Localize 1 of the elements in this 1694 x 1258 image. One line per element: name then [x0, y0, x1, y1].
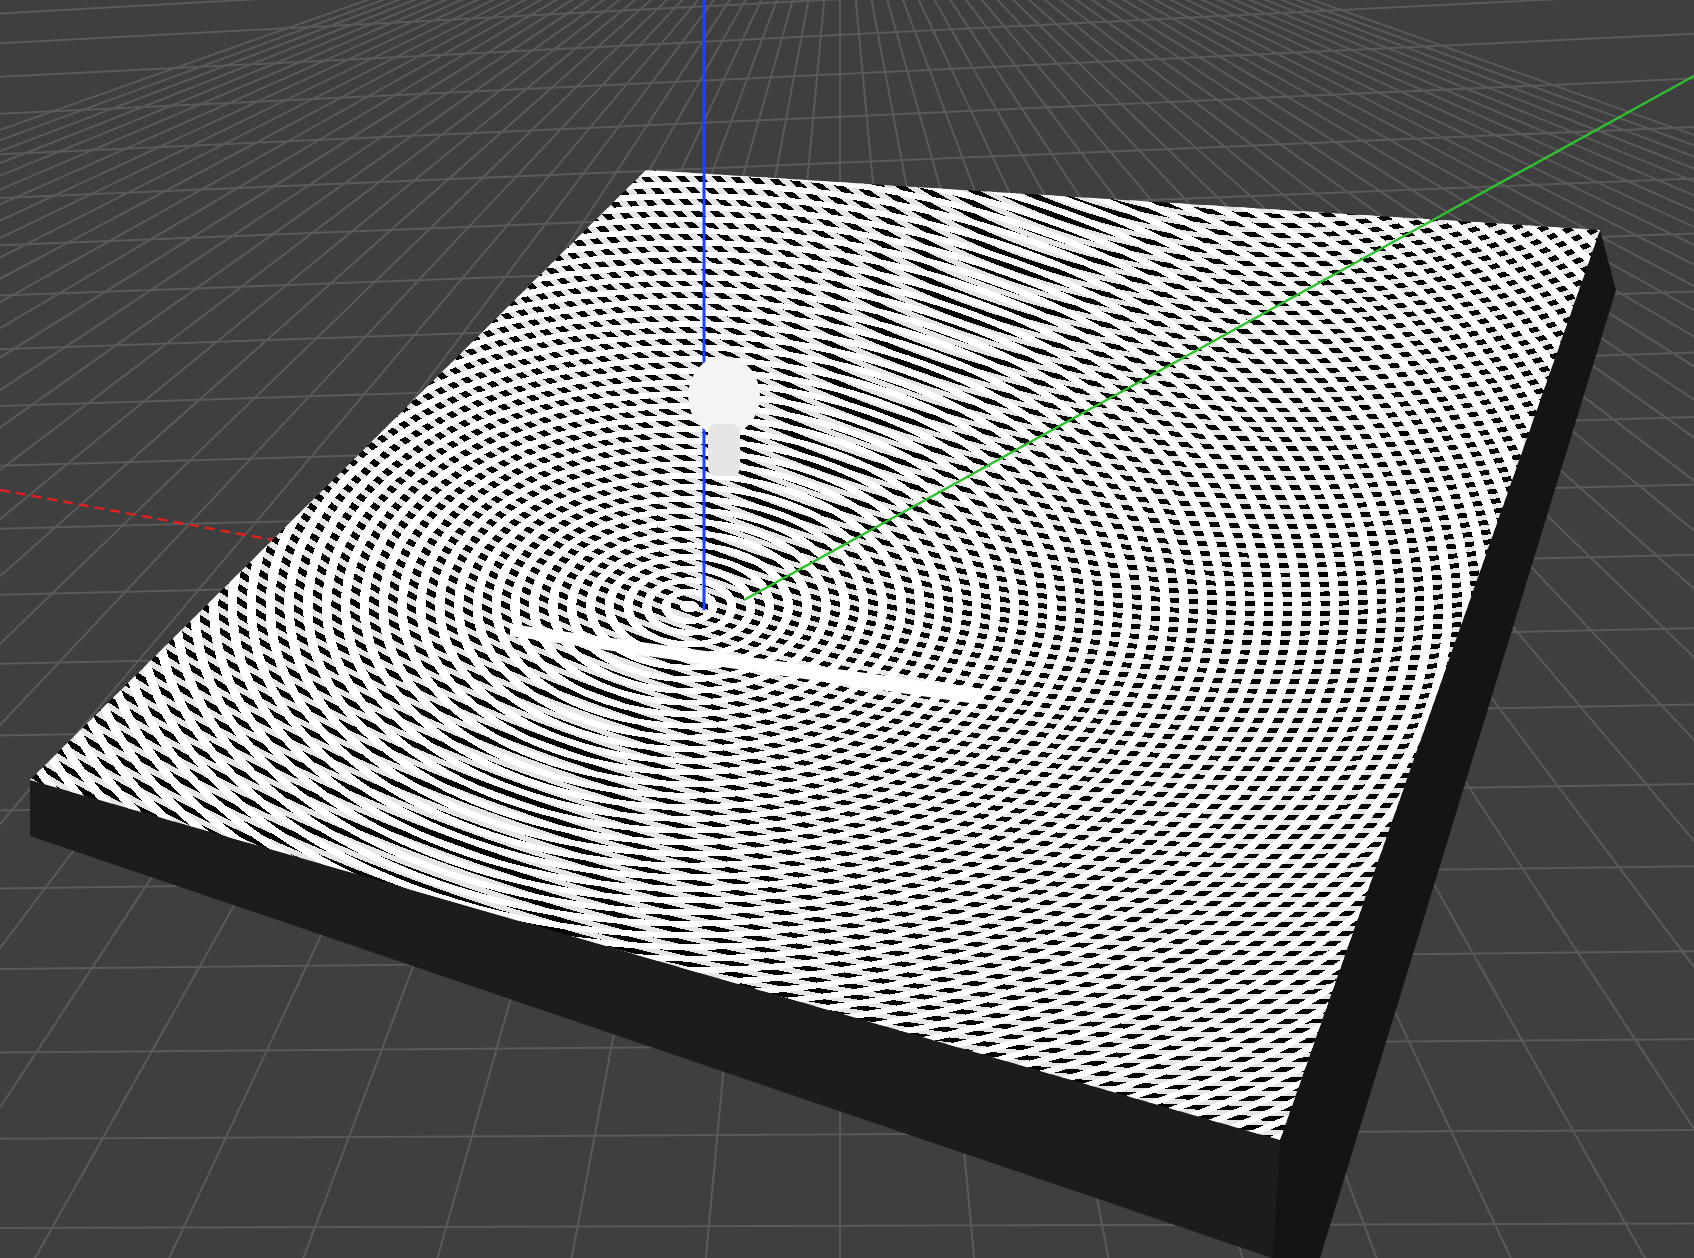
light-bulb-icon: [688, 356, 760, 476]
